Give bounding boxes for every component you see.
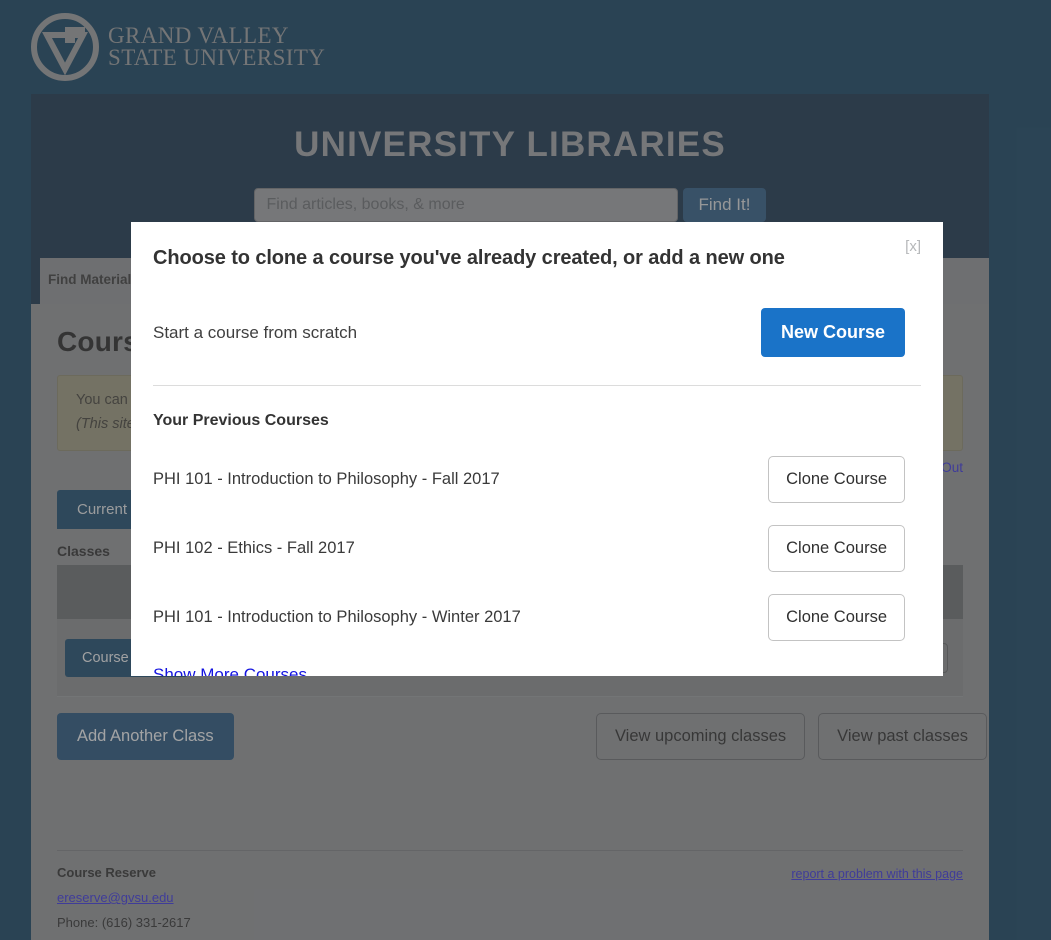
course-name: PHI 101 - Introduction to Philosophy - W…	[153, 608, 521, 626]
start-from-scratch-row: Start a course from scratch New Course	[153, 308, 921, 357]
clone-course-button[interactable]: Clone Course	[768, 525, 905, 572]
course-name: PHI 101 - Introduction to Philosophy - F…	[153, 470, 500, 488]
clone-course-button[interactable]: Clone Course	[768, 456, 905, 503]
start-from-scratch-label: Start a course from scratch	[153, 322, 358, 342]
course-name: PHI 102 - Ethics - Fall 2017	[153, 539, 355, 557]
new-course-button[interactable]: New Course	[760, 308, 905, 357]
show-more-courses-link[interactable]: Show More Courses	[153, 665, 307, 676]
clone-course-button[interactable]: Clone Course	[768, 594, 905, 641]
list-item: PHI 101 - Introduction to Philosophy - W…	[153, 594, 921, 641]
list-item: PHI 101 - Introduction to Philosophy - F…	[153, 456, 921, 503]
modal-heading: Choose to clone a course you've already …	[153, 247, 785, 269]
close-icon[interactable]: [x]	[905, 238, 921, 255]
clone-course-modal: [x] Choose to clone a course you've alre…	[131, 222, 943, 676]
modal-divider	[153, 385, 921, 386]
app-root: GRAND VALLEY STATE UNIVERSITY UNIVERSITY…	[0, 0, 1051, 940]
list-item: PHI 102 - Ethics - Fall 2017 Clone Cours…	[153, 525, 921, 572]
previous-courses-heading: Your Previous Courses	[153, 412, 329, 429]
